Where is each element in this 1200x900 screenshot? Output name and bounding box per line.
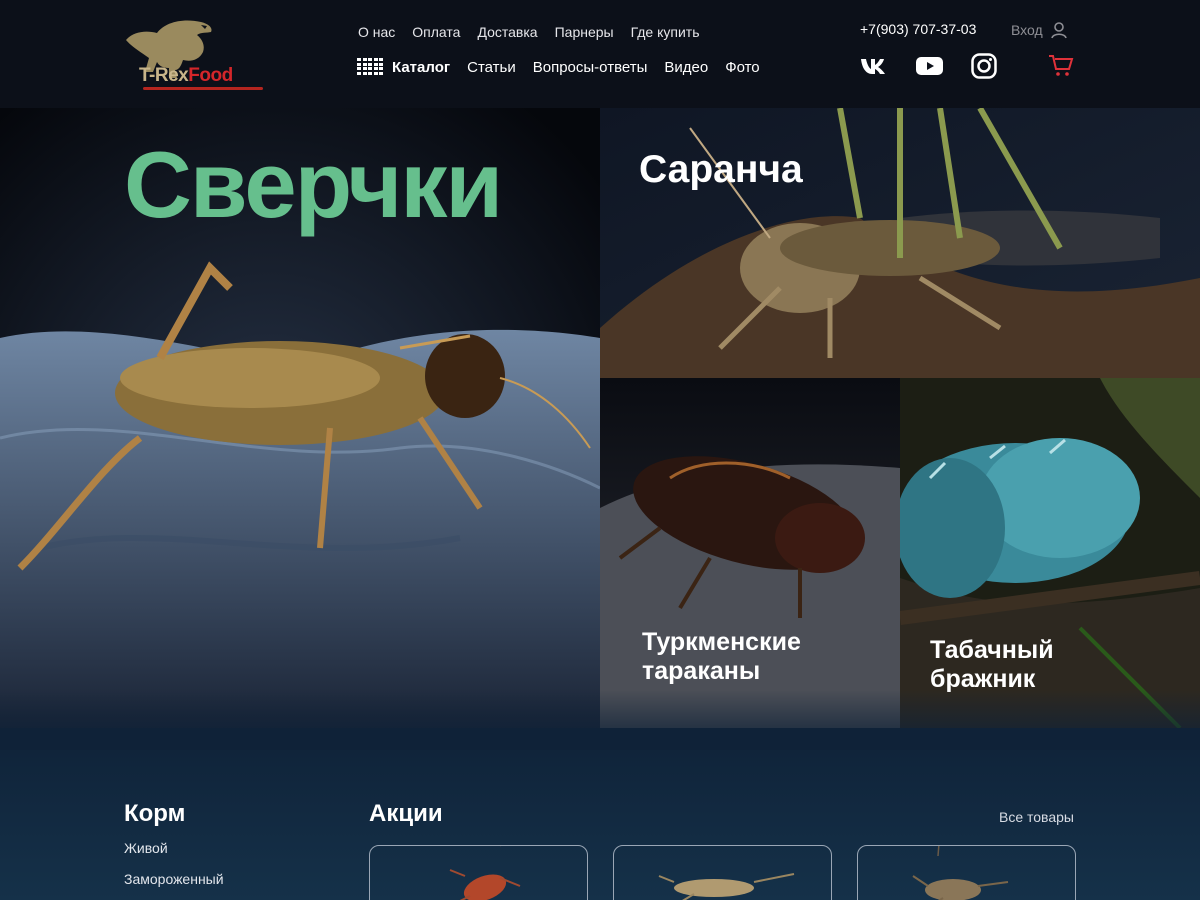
promo-card-2[interactable] [613,845,832,900]
social-links [860,53,997,84]
nav-link-about[interactable]: О нас [358,24,395,40]
promo-card-3[interactable] [857,845,1076,900]
nav-link-video[interactable]: Видео [664,59,708,76]
promotions-heading: Акции [369,800,443,827]
nav-link-delivery[interactable]: Доставка [477,24,537,40]
tile-title-turkmen-roaches: Туркменские тараканы [642,628,801,685]
feed-link-frozen[interactable]: Замороженный [124,871,224,887]
feed-heading: Корм [124,800,186,827]
main-nav: Каталог Статьи Вопросы-ответы Видео Фото [357,58,760,76]
hero-tile-crickets[interactable]: Сверчки [0,108,600,728]
hero-tile-tobacco-hornworm[interactable]: Табачный бражник [900,378,1200,728]
catalog-section: Корм Живой Замороженный Акции Все товары [0,728,1200,900]
product-image-red-cricket [449,846,521,900]
logo-wordmark: T-RexFood [139,65,233,86]
hero-bottom-fade [0,690,1200,750]
grid-menu-icon [357,58,383,76]
cart-icon [1049,55,1074,76]
nav-link-faq[interactable]: Вопросы-ответы [533,59,648,76]
nav-link-payment[interactable]: Оплата [412,24,460,40]
nav-link-partners[interactable]: Парнеры [555,24,614,40]
user-icon [1050,22,1067,39]
product-image-grey-cricket [912,846,1009,900]
tile-title-tobacco-hornworm: Табачный бражник [930,636,1054,693]
site-header: T-RexFood О нас Оплата Доставка Парнеры … [0,0,1200,108]
login-label: Вход [1011,22,1043,38]
catalog-button[interactable]: Каталог [357,58,450,76]
catalog-label: Каталог [392,58,451,76]
nav-link-articles[interactable]: Статьи [467,59,516,76]
hero-tile-locust[interactable]: Саранча [600,108,1200,378]
instagram-icon[interactable] [971,53,997,84]
top-nav: О нас Оплата Доставка Парнеры Где купить [358,24,700,40]
cart-button[interactable] [1048,54,1074,83]
phone-link[interactable]: +7(903) 707-37-03 [860,21,976,37]
youtube-icon[interactable] [916,56,943,81]
nav-link-photo[interactable]: Фото [725,59,759,76]
promo-card-1[interactable] [369,845,588,900]
nav-link-where-to-buy[interactable]: Где купить [631,24,700,40]
feed-link-live[interactable]: Живой [124,840,168,856]
product-image-brown-cricket [658,873,795,900]
logo-underline [143,87,263,90]
logo[interactable]: T-RexFood [123,18,273,100]
vk-icon[interactable] [860,56,888,81]
login-button[interactable]: Вход [1011,21,1068,39]
hero-tile-turkmen-roaches[interactable]: Туркменские тараканы [600,378,900,728]
all-products-link[interactable]: Все товары [999,809,1074,825]
tile-title-crickets: Сверчки [124,132,503,237]
tile-title-locust: Саранча [639,148,803,191]
